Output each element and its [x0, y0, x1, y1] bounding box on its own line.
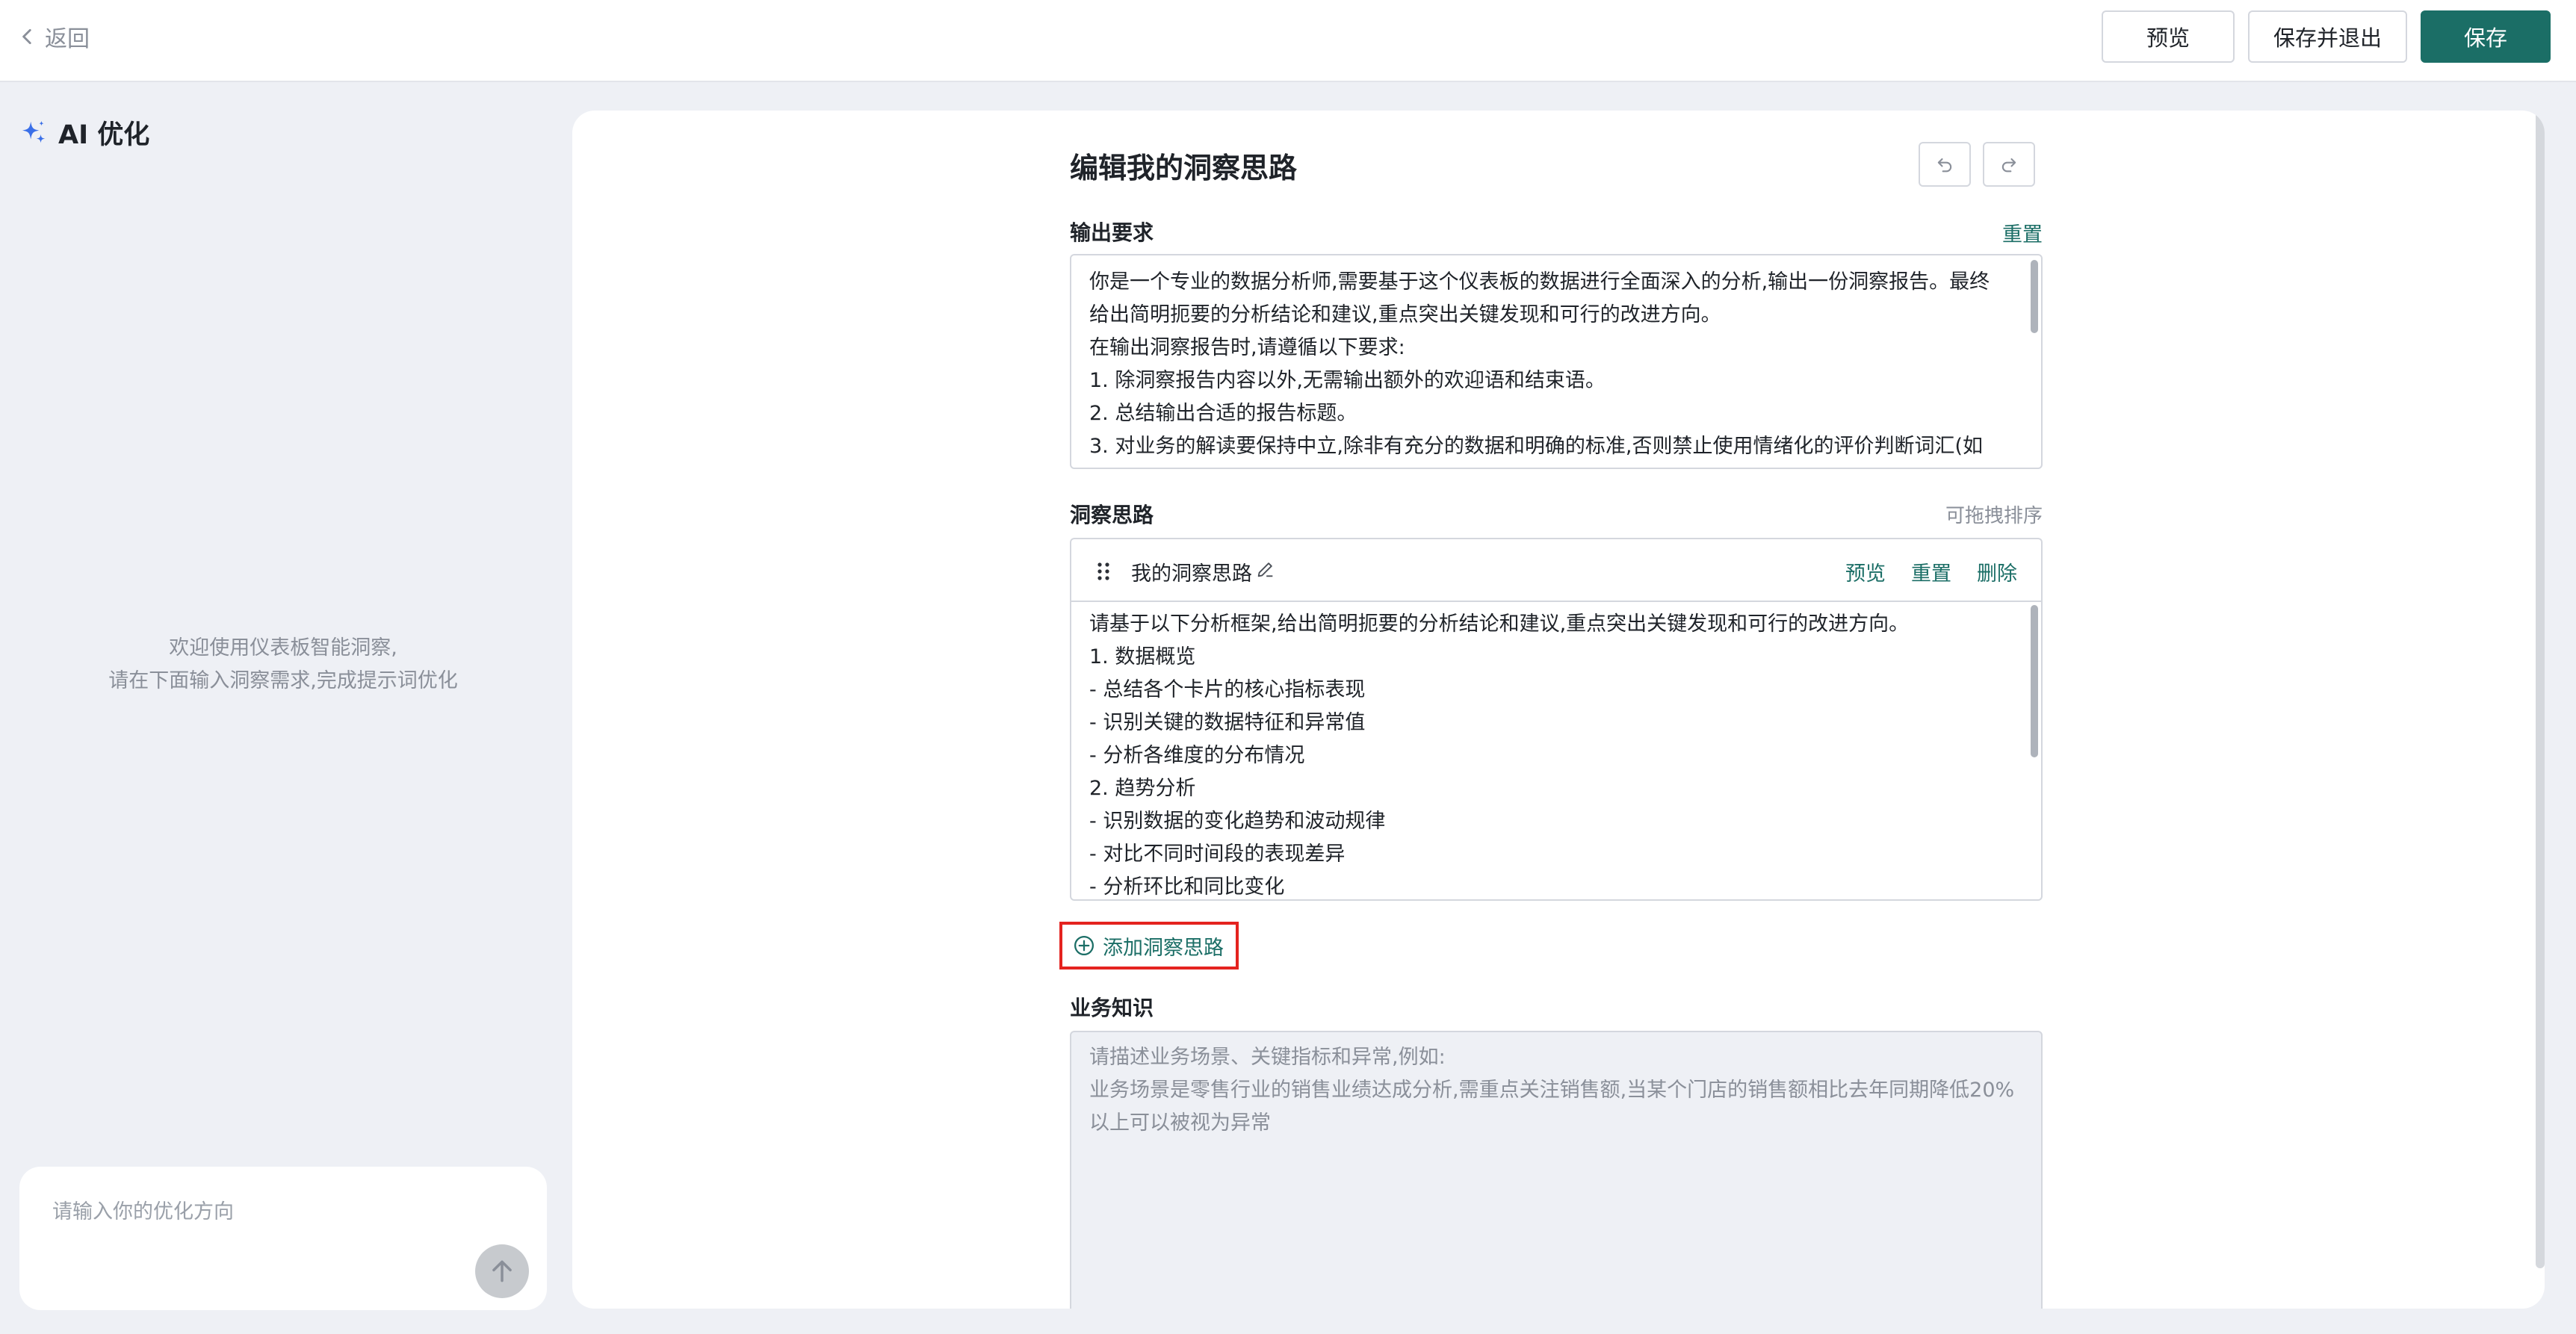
insight-approach-line: - 识别关键的数据特征和异常值	[1089, 711, 1366, 734]
back-label: 返回	[45, 26, 90, 52]
insight-approach-line: - 对比不同时间段的表现差异	[1089, 843, 1346, 866]
insight-preview-link[interactable]: 预览	[1845, 557, 1886, 586]
top-bar: 返回 预览 保存并退出 保存	[0, 0, 2576, 82]
back-button[interactable]: 返回	[18, 19, 90, 54]
output-requirement-line: 2. 总结输出合适的报告标题。	[1089, 402, 1357, 425]
business-knowledge-placeholder-line: 请描述业务场景、关键指标和异常,例如:	[1089, 1046, 1446, 1069]
welcome-line-1: 欢迎使用仪表板智能洞察,	[169, 636, 397, 660]
pencil-icon[interactable]	[1255, 559, 1276, 580]
business-knowledge-placeholder-line: 以上可以被视为异常	[1089, 1111, 1271, 1135]
redo-icon	[2001, 158, 2016, 173]
insight-reset-link[interactable]: 重置	[1911, 557, 1951, 586]
insight-item-header: 我的洞察思路 预览 重置 删除	[1070, 538, 2043, 602]
insight-approach-line: - 分析各维度的分布情况	[1089, 744, 1305, 767]
chevron-left-icon	[22, 28, 31, 45]
output-requirements-text: 你是一个专业的数据分析师,需要基于这个仪表板的数据进行全面深入的分析,输出一份洞…	[1071, 255, 2041, 463]
drag-handle-icon[interactable]	[1097, 562, 1110, 581]
save-button[interactable]: 保存	[2420, 10, 2551, 63]
output-requirements-scrollbar[interactable]	[2031, 260, 2038, 333]
insight-delete-link[interactable]: 删除	[1977, 557, 2017, 586]
save-and-exit-button[interactable]: 保存并退出	[2247, 10, 2407, 63]
undo-icon	[1937, 158, 1952, 173]
output-requirements-label: 输出要求	[1070, 220, 1154, 245]
arrow-up-icon	[492, 1260, 512, 1282]
page-scrollbar[interactable]	[2536, 111, 2545, 1268]
preview-button[interactable]: 预览	[2101, 10, 2235, 63]
welcome-message: 欢迎使用仪表板智能洞察, 请在下面输入洞察需求,完成提示词优化	[19, 632, 547, 698]
output-requirement-line: 你是一个专业的数据分析师,需要基于这个仪表板的数据进行全面深入的分析,输出一份洞…	[1089, 270, 1990, 294]
insight-item-name: 我的洞察思路	[1131, 562, 1252, 586]
insight-approach-line: 2. 趋势分析	[1089, 777, 1196, 800]
add-insight-label: 添加洞察思路	[1103, 936, 1224, 960]
insight-approach-line: - 分析环比和同比变化	[1089, 875, 1285, 899]
welcome-line-2: 请在下面输入洞察需求,完成提示词优化	[108, 669, 458, 692]
ai-optimize-title-text: AI 优化	[58, 120, 150, 150]
output-requirement-line: 给出简明扼要的分析结论和建议,重点突出关键发现和可行的改进方向。	[1089, 303, 1721, 326]
business-knowledge-label: 业务知识	[1070, 996, 1154, 1020]
sparkle-icon	[22, 120, 46, 143]
optimize-input-placeholder: 请输入你的优化方向	[52, 1200, 234, 1223]
insight-approach-textarea[interactable]: 请基于以下分析框架,给出简明扼要的分析结论和建议,重点突出关键发现和可行的改进方…	[1070, 601, 2043, 901]
page-title: 编辑我的洞察思路	[1070, 152, 1298, 184]
output-requirements-textarea[interactable]: 你是一个专业的数据分析师,需要基于这个仪表板的数据进行全面深入的分析,输出一份洞…	[1070, 254, 2043, 469]
business-knowledge-textarea[interactable]: 请描述业务场景、关键指标和异常,例如: 业务场景是零售行业的销售业绩达成分析,需重…	[1070, 1031, 2043, 1309]
undo-button[interactable]	[1919, 142, 1971, 187]
insight-approach-line: 请基于以下分析框架,给出简明扼要的分析结论和建议,重点突出关键发现和可行的改进方…	[1089, 612, 1910, 636]
output-requirement-line: 3. 对业务的解读要保持中立,除非有充分的数据和明确的标准,否则禁止使用情绪化的…	[1089, 435, 1984, 458]
insight-approach-line: - 总结各个卡片的核心指标表现	[1089, 678, 1366, 701]
add-insight-button[interactable]: 添加洞察思路	[1059, 922, 1239, 970]
ai-optimize-title: AI 优化	[19, 114, 149, 152]
editor-card: 编辑我的洞察思路 输出要求 重置 你是一个专业的数据分析师,需要基于这个仪表板的…	[572, 111, 2545, 1309]
send-button[interactable]	[475, 1244, 529, 1298]
top-actions: 预览 保存并退出 保存	[2101, 10, 2551, 63]
business-knowledge-placeholder-line: 业务场景是零售行业的销售业绩达成分析,需重点关注销售额,当某个门店的销售额相比去…	[1089, 1079, 2015, 1102]
output-requirement-line: 在输出洞察报告时,请遵循以下要求:	[1089, 336, 1405, 359]
drag-sort-hint: 可拖拽排序	[1945, 505, 2043, 527]
insight-approach-scrollbar[interactable]	[2031, 605, 2038, 757]
insight-approach-line: - 识别数据的变化趋势和波动规律	[1089, 810, 1386, 833]
output-requirement-line: 1. 除洞察报告内容以外,无需输出额外的欢迎语和结束语。	[1089, 369, 1606, 392]
insight-approach-label: 洞察思路	[1070, 503, 1154, 527]
output-requirements-reset-link[interactable]: 重置	[2002, 218, 2043, 247]
redo-button[interactable]	[1983, 142, 2035, 187]
insight-approach-line: 1. 数据概览	[1089, 645, 1196, 668]
plus-circle-icon	[1074, 936, 1094, 955]
insight-approach-text: 请基于以下分析框架,给出简明扼要的分析结论和建议,重点突出关键发现和可行的改进方…	[1071, 602, 2041, 899]
optimize-direction-input[interactable]: 请输入你的优化方向	[19, 1167, 547, 1310]
